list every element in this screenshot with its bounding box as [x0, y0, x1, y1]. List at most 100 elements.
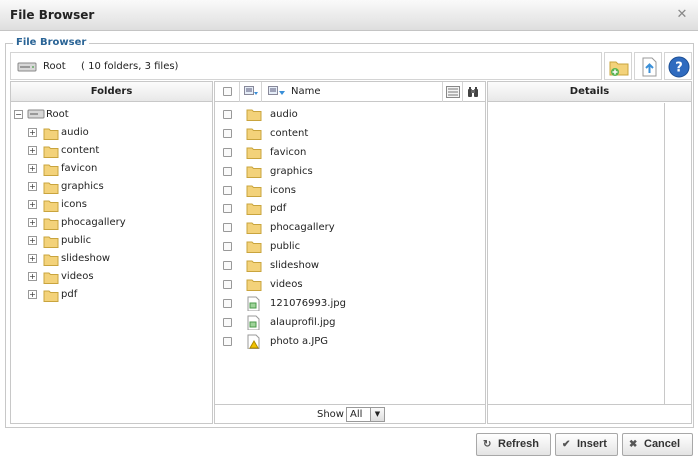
tree-folder-item[interactable]: + icons: [11, 196, 212, 214]
help-button[interactable]: ?: [664, 52, 692, 80]
show-label: Show: [317, 409, 344, 420]
file-list-item[interactable]: photo a.JPG: [215, 332, 485, 351]
expand-icon[interactable]: +: [28, 200, 37, 209]
item-label: graphics: [270, 165, 313, 177]
search-cell[interactable]: [463, 82, 485, 102]
view-toggle-cell[interactable]: [443, 82, 463, 102]
item-checkbox[interactable]: [223, 128, 232, 138]
tree-folder-label: videos: [61, 271, 94, 282]
item-checkbox[interactable]: [223, 298, 232, 308]
folders-header: Folders: [11, 82, 212, 102]
file-list-item[interactable]: phocagallery: [215, 218, 485, 237]
item-checkbox[interactable]: [223, 223, 232, 233]
file-list-item[interactable]: pdf: [215, 199, 485, 218]
chevron-down-icon[interactable]: ▼: [370, 408, 384, 421]
file-browser-fieldset: File Browser Root ( 10 folders, 3 files)…: [5, 37, 694, 428]
tree-folder-item[interactable]: + audio: [11, 124, 212, 142]
new-folder-button[interactable]: [604, 52, 632, 80]
file-list-item[interactable]: alauprofil.jpg: [215, 313, 485, 332]
file-list-item[interactable]: 121076993.jpg: [215, 294, 485, 313]
name-column-header[interactable]: Name: [262, 82, 443, 102]
folder-icon: [43, 272, 59, 284]
folders-panel: Folders − Root + audio + content + favicon + gr…: [10, 81, 213, 424]
tree-folder-item[interactable]: + videos: [11, 268, 212, 286]
checkmark-icon: ✔: [562, 439, 571, 450]
close-icon: ✖: [629, 439, 638, 450]
tree-folder-label: icons: [61, 199, 87, 210]
expand-icon[interactable]: +: [28, 164, 37, 173]
file-list-item[interactable]: favicon: [215, 143, 485, 162]
item-label: icons: [270, 184, 296, 196]
item-label: videos: [270, 279, 303, 291]
folder-icon: [246, 128, 262, 140]
tree-folder-item[interactable]: + slideshow: [11, 250, 212, 268]
file-list-item[interactable]: audio: [215, 105, 485, 124]
close-icon[interactable]: ✕: [675, 8, 689, 22]
item-label: 121076993.jpg: [270, 297, 346, 309]
folder-icon: [246, 166, 262, 178]
tree-folder-label: audio: [61, 127, 89, 138]
folder-tree: − Root + audio + content + favicon + graphics + i…: [11, 102, 212, 304]
details-panel: Details: [487, 81, 692, 424]
item-checkbox[interactable]: [223, 147, 232, 157]
expand-icon[interactable]: +: [28, 254, 37, 263]
folder-icon: [246, 260, 262, 273]
tree-folder-item[interactable]: + public: [11, 232, 212, 250]
show-select-value: All: [350, 409, 363, 420]
file-list-item[interactable]: content: [215, 124, 485, 143]
item-checkbox[interactable]: [223, 110, 232, 119]
item-checkbox[interactable]: [223, 204, 232, 214]
item-checkbox[interactable]: [223, 242, 232, 252]
show-select[interactable]: All ▼: [346, 407, 385, 422]
svg-text:?: ?: [675, 61, 683, 76]
expand-icon[interactable]: +: [28, 272, 37, 281]
file-list-item[interactable]: slideshow: [215, 256, 485, 275]
folder-icon: [246, 241, 262, 254]
refresh-label: Refresh: [498, 438, 539, 450]
expand-icon[interactable]: +: [28, 236, 37, 245]
tree-folder-item[interactable]: + pdf: [11, 286, 212, 304]
item-checkbox[interactable]: [223, 317, 232, 327]
tree-root-label: Root: [46, 109, 69, 120]
upload-button[interactable]: [634, 52, 662, 80]
item-checkbox[interactable]: [223, 185, 232, 195]
item-checkbox[interactable]: [223, 336, 232, 346]
sort-icon: [268, 86, 285, 95]
tree-folder-item[interactable]: + content: [11, 142, 212, 160]
expand-icon[interactable]: +: [28, 218, 37, 227]
tree-folder-item[interactable]: + graphics: [11, 178, 212, 196]
item-checkbox[interactable]: [223, 166, 232, 176]
current-path: Root: [43, 61, 66, 72]
file-list-item[interactable]: videos: [215, 275, 485, 294]
sort-type-cell[interactable]: [240, 82, 262, 102]
path-bar: Root ( 10 folders, 3 files): [10, 52, 602, 80]
file-list-item[interactable]: graphics: [215, 162, 485, 181]
tree-folder-item[interactable]: + phocagallery: [11, 214, 212, 232]
select-all-checkbox[interactable]: [223, 87, 232, 96]
insert-button[interactable]: ✔ Insert: [555, 433, 618, 456]
tree-folder-label: slideshow: [61, 253, 111, 264]
folder-icon: [43, 254, 59, 266]
new-folder-icon: [609, 61, 629, 76]
folder-icon: [43, 218, 59, 230]
file-list-item[interactable]: icons: [215, 181, 485, 200]
upload-icon: [642, 57, 657, 77]
item-label: audio: [270, 109, 298, 120]
expand-icon[interactable]: +: [28, 290, 37, 299]
files-panel: Name audio content favicon graphics icons pdf…: [214, 81, 486, 424]
expand-icon[interactable]: +: [28, 182, 37, 191]
item-checkbox[interactable]: [223, 261, 232, 271]
collapse-icon[interactable]: −: [14, 110, 23, 119]
item-checkbox[interactable]: [223, 280, 232, 290]
name-column-label: Name: [291, 86, 321, 97]
tree-root[interactable]: − Root: [11, 106, 212, 124]
file-list-item[interactable]: public: [215, 237, 485, 256]
cancel-button[interactable]: ✖ Cancel: [622, 433, 693, 456]
details-content: [488, 103, 665, 404]
expand-icon[interactable]: +: [28, 128, 37, 137]
expand-icon[interactable]: +: [28, 146, 37, 155]
tree-folder-item[interactable]: + favicon: [11, 160, 212, 178]
refresh-button[interactable]: ↻ Refresh: [476, 433, 551, 456]
folder-icon: [246, 279, 262, 292]
warning-file-icon: [247, 334, 260, 349]
